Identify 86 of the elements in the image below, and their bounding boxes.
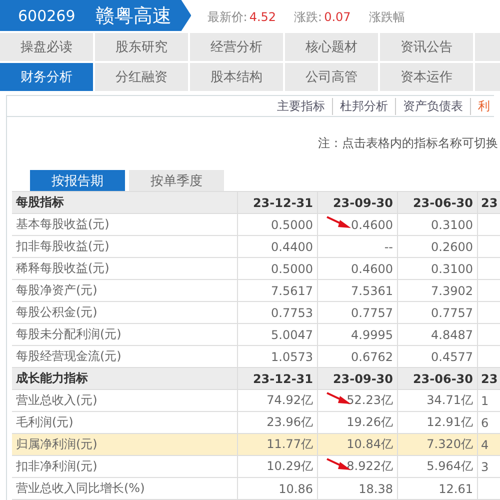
nav-tab[interactable]: 操盘必读 [0,33,93,61]
column-header: 23-06-30 [397,368,477,389]
row-label[interactable]: 扣非净利润(元) [12,456,237,477]
table-cell: 34.71亿 [426,392,473,409]
row-label[interactable]: 稀释每股收益(元) [12,258,237,279]
row-label[interactable]: 扣非每股收益(元) [12,236,237,257]
row-label[interactable]: 每股净资产(元) [12,280,237,301]
row-label[interactable]: 每股经营现金流(元) [12,346,237,367]
table-cell: 19.26亿 [346,414,393,431]
table-cell: 5.964亿 [426,458,473,475]
table-cell: 0.2600 [431,240,473,254]
table-cell: 74.92亿 [266,392,313,409]
table-cell: 4 [481,438,489,452]
column-header: 23 [477,368,500,389]
stock-name: 赣粤高速 [95,4,172,28]
table-cell: 10.86 [278,482,313,496]
sub-nav-link[interactable]: 利 [478,98,490,114]
table-cell: 7.320亿 [426,436,473,453]
nav-tab[interactable]: 经营分析 [190,33,283,61]
table-cell: 0.4600 [351,218,393,232]
row-label[interactable]: 营业总收入同比增长(%) [12,478,237,499]
table-cell: 0.5000 [271,218,313,232]
table-cell: 11.77亿 [266,436,313,453]
nav-tab[interactable]: 资讯公告 [380,33,473,61]
column-header: 23-06-30 [397,192,477,213]
table-cell: 4.8487 [431,328,473,342]
quote-label: 涨跌幅 [368,10,405,24]
row-label[interactable]: 每股未分配利润(元) [12,324,237,345]
table-cell: 0.4400 [271,240,313,254]
table-cell: 0.4577 [431,350,473,364]
table-cell: 12.61 [438,482,473,496]
nav-tab[interactable]: 公司高管 [285,63,378,91]
quote-value: 0.07 [324,10,351,24]
sub-nav-link[interactable]: 资产负债表 [403,98,463,114]
table-cell: -- [384,240,393,254]
sub-nav-link[interactable]: 主要指标 [277,98,325,114]
column-header: 23-09-30 [317,192,397,213]
table-cell: 0.3100 [431,262,473,276]
column-header: 23-12-31 [237,192,317,213]
table-cell: 4.9995 [351,328,393,342]
section-title: 成长能力指标 [15,370,89,387]
table-cell: 0.7753 [271,306,313,320]
table-cell: 1.0573 [271,350,313,364]
table-cell: 23.96亿 [266,414,313,431]
note-text: 注：点击表格内的指标名称可切换 [318,135,499,152]
nav-tab[interactable]: 股本结构 [190,63,283,91]
table-cell: 0.5000 [271,262,313,276]
nav-tab[interactable]: 核心题材 [285,33,378,61]
table-cell: 0.7757 [431,306,473,320]
table-cell: 0.4600 [351,262,393,276]
column-header: 23-09-30 [317,368,397,389]
table-cell: 7.3902 [431,284,473,298]
table-cell: 0.3100 [431,218,473,232]
row-label[interactable]: 归属净利润(元) [12,434,237,455]
stock-code: 600269 [18,6,76,24]
table-cell: 7.5617 [271,284,313,298]
row-label[interactable]: 毛利润(元) [12,412,237,433]
table-cell: 7.5361 [351,284,393,298]
table-cell: 0.6762 [351,350,393,364]
table-cell: 52.23亿 [346,392,393,409]
table-cell: 3 [481,460,489,474]
column-header: 23 [477,192,500,213]
table-cell: 12.91亿 [426,414,473,431]
table-cell: 6 [481,416,489,430]
row-label[interactable]: 基本每股收益(元) [12,214,237,235]
table-cell: 8.922亿 [346,458,393,475]
table-cell: 10.29亿 [266,458,313,475]
table-cell: 1 [481,394,489,408]
nav-tab[interactable]: 财务分析 [0,63,93,91]
section-title: 每股指标 [15,194,65,211]
row-label[interactable]: 营业总收入(元) [12,390,237,411]
table-cell: 10.84亿 [346,436,393,453]
sub-nav-link[interactable]: 杜邦分析 [340,98,388,114]
period-tab[interactable]: 按单季度 [129,170,224,191]
quote-label: 涨跌: [294,10,322,24]
table-cell: 18.38 [358,482,393,496]
nav-tab[interactable]: 分红融资 [95,63,188,91]
nav-tab[interactable]: 股东研究 [95,33,188,61]
quote-value: 4.52 [249,10,276,24]
table-cell: 0.7757 [351,306,393,320]
row-label[interactable]: 每股公积金(元) [12,302,237,323]
table-cell: 5.0047 [271,328,313,342]
period-tab[interactable]: 按报告期 [30,170,125,191]
nav-tab[interactable]: 资本运作 [380,63,473,91]
column-header: 23-12-31 [237,368,317,389]
quote-label: 最新价: [207,10,248,24]
